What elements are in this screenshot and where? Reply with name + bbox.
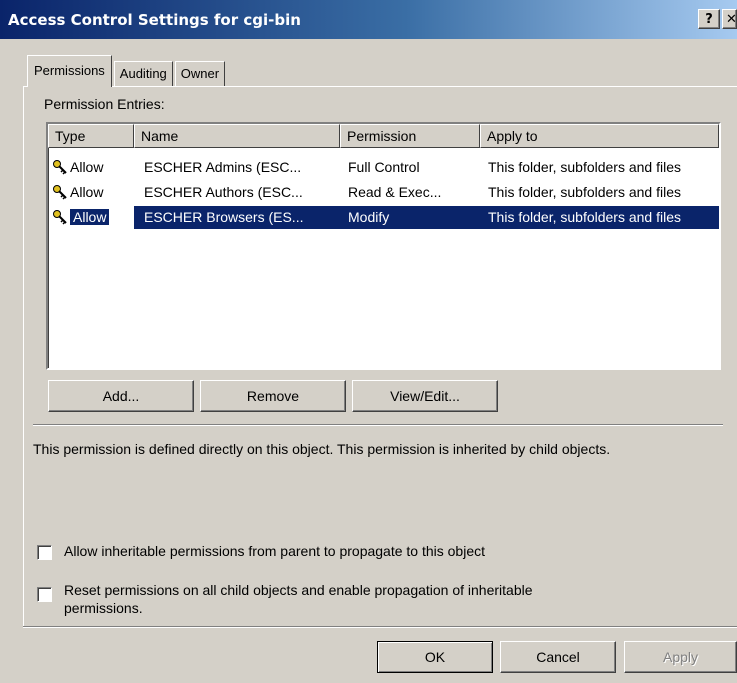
key-icon [53, 185, 67, 200]
window-title: Access Control Settings for cgi-bin [8, 10, 301, 29]
column-header-permission[interactable]: Permission [340, 124, 480, 148]
row-apply-to: This folder, subfolders and files [488, 184, 681, 200]
column-header-name[interactable]: Name [134, 124, 340, 148]
row-type: Allow [70, 209, 110, 225]
key-icon [53, 210, 67, 225]
permission-entries-label: Permission Entries: [44, 96, 165, 112]
row-permission: Read & Exec... [348, 184, 442, 200]
table-row[interactable]: Allow ESCHER Authors (ESC... Read & Exec… [48, 181, 719, 204]
tab-auditing[interactable]: Auditing [113, 61, 173, 87]
reset-permissions-checkbox[interactable] [37, 587, 52, 602]
help-button[interactable]: ? [698, 9, 720, 29]
row-apply-to: This folder, subfolders and files [488, 159, 681, 175]
divider [33, 424, 723, 426]
add-button[interactable]: Add... [48, 380, 194, 412]
list-header: Type Name Permission Apply to [48, 124, 719, 148]
table-row-selected[interactable]: Allow ESCHER Browsers (ES... Modify This… [48, 206, 719, 229]
permission-entries-list[interactable]: Type Name Permission Apply to Allow ESCH… [46, 122, 721, 370]
remove-button[interactable]: Remove [200, 380, 346, 412]
reset-permissions-label[interactable]: Reset permissions on all child objects a… [64, 581, 533, 617]
apply-button[interactable]: Apply [624, 641, 737, 673]
row-name: ESCHER Authors (ESC... [144, 184, 303, 200]
title-bar[interactable]: Access Control Settings for cgi-bin ? ✕ [0, 0, 737, 39]
tab-strip: Permissions Auditing Owner [27, 55, 227, 87]
column-header-apply-to[interactable]: Apply to [480, 124, 719, 148]
cancel-button[interactable]: Cancel [500, 641, 616, 673]
tab-owner[interactable]: Owner [174, 61, 226, 87]
inherit-permissions-checkbox[interactable] [37, 545, 52, 560]
reset-permissions-label-line2: permissions. [64, 600, 143, 616]
row-permission: Full Control [348, 159, 420, 175]
reset-permissions-label-line1: Reset permissions on all child objects a… [64, 582, 533, 598]
table-row[interactable]: Allow ESCHER Admins (ESC... Full Control… [48, 156, 719, 179]
row-apply-to: This folder, subfolders and files [488, 209, 681, 225]
help-icon: ? [705, 11, 713, 27]
inherit-permissions-label[interactable]: Allow inheritable permissions from paren… [64, 543, 485, 559]
panel-bottom-edge [23, 626, 737, 628]
row-type: Allow [70, 184, 104, 200]
row-name: ESCHER Admins (ESC... [144, 159, 302, 175]
column-header-type[interactable]: Type [48, 124, 134, 148]
row-type: Allow [70, 159, 104, 175]
view-edit-button[interactable]: View/Edit... [352, 380, 498, 412]
row-permission: Modify [348, 209, 390, 225]
permission-description: This permission is defined directly on t… [33, 441, 611, 457]
key-icon [53, 160, 67, 175]
row-name: ESCHER Browsers (ES... [144, 209, 304, 225]
close-icon: ✕ [726, 11, 737, 27]
close-button[interactable]: ✕ [722, 9, 737, 29]
ok-button[interactable]: OK [377, 641, 493, 673]
tab-permissions[interactable]: Permissions [27, 55, 112, 87]
